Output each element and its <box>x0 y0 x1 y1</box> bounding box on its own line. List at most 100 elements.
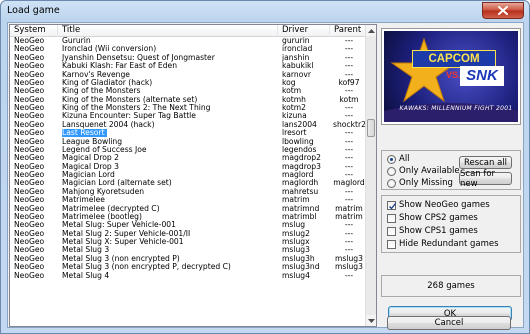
cell-driver: mslug <box>282 221 306 230</box>
cell-parent: --- <box>344 45 354 54</box>
cell-system: NeoGeo <box>14 204 45 213</box>
cell-title: Metal Slug 3 <box>62 246 110 255</box>
scroll-up-button[interactable] <box>366 25 376 36</box>
cell-driver: kizuna <box>282 112 307 121</box>
close-button[interactable] <box>482 2 524 19</box>
cell-parent: --- <box>344 37 354 45</box>
radio-all[interactable]: All <box>387 154 410 164</box>
radio-only-available[interactable]: Only Available <box>387 166 460 176</box>
table-row[interactable]: NeoGeo Metal Slug 4 mslug4 --- <box>10 272 366 280</box>
table-row[interactable]: NeoGeo Kabuki Klash: Far East of Eden kabu… <box>10 62 366 70</box>
checkbox[interactable] <box>387 239 396 249</box>
table-row[interactable]: NeoGeo Mahjong Kyoretsuden mahretsu --- <box>10 188 366 196</box>
column-header-parent[interactable]: Parent <box>330 25 366 37</box>
checkbox[interactable] <box>387 200 397 210</box>
cell-title: Last Resort <box>62 129 278 138</box>
cell-title: King of Gladiator (hack) <box>62 78 153 87</box>
radio-only-available-label: Only Available <box>399 166 460 176</box>
cell-parent: shocktr2 <box>333 120 365 129</box>
option-3[interactable]: Hide Redundant games <box>387 239 499 249</box>
table-row[interactable]: NeoGeo Last Resort lresort --- <box>10 129 366 138</box>
cell-driver: karnovr <box>282 70 311 79</box>
table-row[interactable]: NeoGeo Gururin gururin --- <box>10 37 366 45</box>
close-icon <box>498 6 508 15</box>
column-header-driver[interactable]: Driver <box>278 25 330 37</box>
cell-system: NeoGeo <box>14 246 45 255</box>
title-bar[interactable]: Load game <box>1 1 529 21</box>
cell-title: Magician Lord (alternate set) <box>62 179 172 188</box>
option-0[interactable]: Show NeoGeo games <box>387 200 490 210</box>
table-row[interactable]: NeoGeo Metal Slug: Super Vehicle-001 mslug… <box>10 221 366 229</box>
option-1[interactable]: Show CPS2 games <box>387 213 478 223</box>
cell-driver: janshin <box>282 53 310 62</box>
table-row[interactable]: NeoGeo King of the Monsters 2: The Next T… <box>10 104 366 112</box>
table-row[interactable]: NeoGeo Metal Slug X: Super Vehicle-001 msl… <box>10 238 366 246</box>
cell-title: Gururin <box>62 37 91 45</box>
table-row[interactable]: NeoGeo Legend of Success Joe legendos --- <box>10 146 366 154</box>
cell-title: Jyanshin Densetsu: Quest of Jongmaster <box>62 53 215 62</box>
preview-image: CAPCOM VS. SNK KAWAKS: MILLENNIUM FIGHT … <box>384 31 518 122</box>
table-row[interactable]: NeoGeo Karnov's Revenge karnovr --- <box>10 71 366 79</box>
vertical-scrollbar[interactable] <box>365 25 376 326</box>
table-row[interactable]: NeoGeo Magician Lord (alternate set) maglo… <box>10 179 366 187</box>
cell-parent: matrim <box>335 212 363 221</box>
cell-system: NeoGeo <box>14 254 45 263</box>
game-list[interactable]: System Title Driver Parent NeoGeo Gururin… <box>9 24 377 327</box>
cell-title: Mahjong Kyoretsuden <box>62 187 145 196</box>
checkbox[interactable] <box>387 226 396 236</box>
table-row[interactable]: NeoGeo Kizuna Encounter: Super Tag Battle… <box>10 112 366 120</box>
table-row[interactable]: NeoGeo League Bowling lbowling --- <box>10 138 366 146</box>
column-header-title[interactable]: Title <box>58 25 278 37</box>
radio-button[interactable] <box>387 178 396 188</box>
table-row[interactable]: NeoGeo King of the Monsters kotm --- <box>10 87 366 95</box>
cell-system: NeoGeo <box>14 120 45 129</box>
table-row[interactable]: NeoGeo Magical Drop 2 magdrop2 --- <box>10 154 366 162</box>
cell-system: NeoGeo <box>14 62 45 71</box>
cell-driver: kotm <box>282 87 302 96</box>
scroll-thumb[interactable] <box>367 119 375 137</box>
column-header-system[interactable]: System <box>10 25 58 37</box>
cell-driver: lresort <box>282 129 307 138</box>
cell-title: King of the Monsters (alternate set) <box>62 95 198 104</box>
table-row[interactable]: NeoGeo King of the Monsters (alternate se… <box>10 96 366 104</box>
cell-parent: --- <box>344 171 354 179</box>
cell-system: NeoGeo <box>14 171 45 179</box>
option-2[interactable]: Show CPS1 games <box>387 226 478 236</box>
cell-system: NeoGeo <box>14 162 45 171</box>
cancel-button[interactable]: Cancel <box>387 316 511 330</box>
table-row[interactable]: NeoGeo Magician Lord maglord --- <box>10 171 366 179</box>
cell-system: NeoGeo <box>14 137 45 146</box>
scroll-down-button[interactable] <box>366 315 376 326</box>
table-row[interactable]: NeoGeo King of Gladiator (hack) kog kof97 <box>10 79 366 87</box>
rescan-all-button[interactable]: Rescan all <box>459 156 512 169</box>
cell-system: NeoGeo <box>14 196 45 205</box>
cell-system: NeoGeo <box>14 212 45 221</box>
radio-only-missing[interactable]: Only Missing <box>387 178 453 188</box>
cell-title: King of the Monsters 2: The Next Thing <box>62 104 211 112</box>
table-row[interactable]: NeoGeo Matrimelee matrim --- <box>10 196 366 204</box>
cell-driver: mslug3nd <box>282 263 320 272</box>
table-row[interactable]: NeoGeo Metal Slug 2: Super Vehicle-001/II… <box>10 230 366 238</box>
cell-system: NeoGeo <box>14 187 45 196</box>
cell-title: Kizuna Encounter: Super Tag Battle <box>62 112 196 121</box>
table-row[interactable]: NeoGeo Metal Slug 3 mslug3 --- <box>10 246 366 254</box>
cell-parent: --- <box>344 129 354 138</box>
table-row[interactable]: NeoGeo Metal Slug 3 (non encrypted P, dec… <box>10 263 366 271</box>
radio-button[interactable] <box>387 166 396 176</box>
cell-parent: --- <box>344 70 354 79</box>
cell-driver: mslug3 <box>282 246 310 255</box>
option-label: Show NeoGeo games <box>399 200 490 210</box>
table-row[interactable]: NeoGeo Lansquenet 2004 (hack) lans2004 shoc… <box>10 121 366 129</box>
checkbox[interactable] <box>387 213 396 223</box>
table-row[interactable]: NeoGeo Metal Slug 3 (non encrypted P) mslu… <box>10 255 366 263</box>
scan-for-new-button[interactable]: Scan for new <box>459 169 512 189</box>
radio-button[interactable] <box>387 154 396 164</box>
table-row[interactable]: NeoGeo Matrimelee (bootleg) matrimbl matrim <box>10 213 366 221</box>
cell-parent: --- <box>344 87 354 96</box>
table-row[interactable]: NeoGeo Matrimelee (decrypted C) matrimnd ma… <box>10 205 366 213</box>
cell-driver: kabukikl <box>282 62 314 71</box>
cell-system: NeoGeo <box>14 179 45 188</box>
table-row[interactable]: NeoGeo Magical Drop 3 magdrop3 --- <box>10 163 366 171</box>
table-row[interactable]: NeoGeo Jyanshin Densetsu: Quest of Jongma… <box>10 54 366 62</box>
table-row[interactable]: NeoGeo Ironclad (Wii conversion) ironclad -… <box>10 45 366 53</box>
